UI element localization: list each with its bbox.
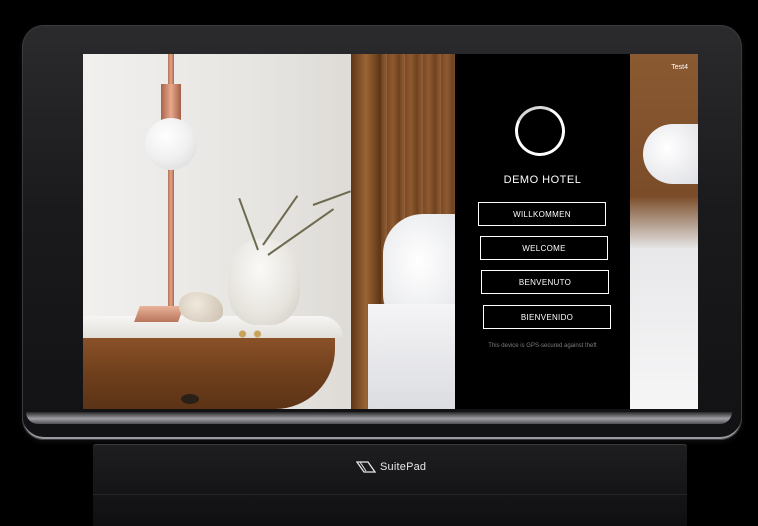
charging-dock bbox=[93, 444, 687, 526]
hotel-name: DEMO HOTEL bbox=[503, 174, 582, 186]
dock-seam bbox=[93, 494, 687, 495]
language-button-welcome[interactable]: WELCOME bbox=[480, 236, 608, 260]
dock-brand: SuitePad bbox=[356, 460, 426, 474]
dock-brand-text: SuitePad bbox=[380, 461, 427, 473]
device-stage: Test4 DEMO HOTEL WILLKOMMEN WELCOME BENV… bbox=[0, 0, 758, 526]
language-button-benvenuto[interactable]: BENVENUTO bbox=[481, 270, 609, 294]
gps-security-note: This device is GPS-secured against theft bbox=[488, 343, 597, 349]
tablet-bottom-edge bbox=[26, 412, 732, 424]
language-button-willkommen[interactable]: WILLKOMMEN bbox=[478, 202, 606, 226]
suitepad-logo-icon bbox=[356, 461, 376, 473]
screen-overlay: Test4 DEMO HOTEL WILLKOMMEN WELCOME BENV… bbox=[83, 54, 698, 409]
language-button-bienvenido[interactable]: BIENVENIDO bbox=[483, 305, 611, 329]
device-label: Test4 bbox=[671, 64, 688, 71]
